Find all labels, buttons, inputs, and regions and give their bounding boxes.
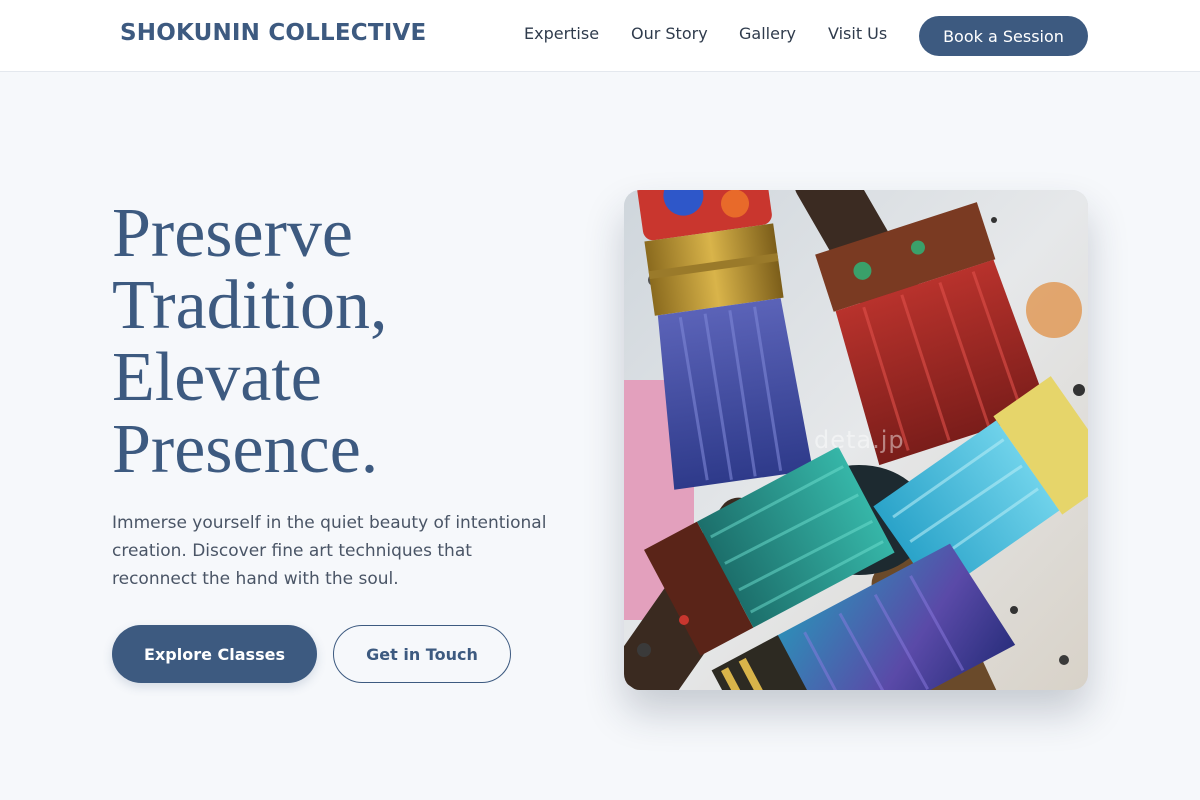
nav-link-visit-us[interactable]: Visit Us (828, 24, 887, 43)
headline-line: Tradition, (112, 267, 388, 344)
headline-line: Elevate (112, 339, 322, 416)
nav-link-our-story[interactable]: Our Story (631, 24, 708, 43)
site-header: SHOKUNIN COLLECTIVE Expertise Our Story … (0, 0, 1200, 72)
nav-link-expertise[interactable]: Expertise (524, 24, 599, 43)
hero-description: Immerse yourself in the quiet beauty of … (112, 513, 547, 589)
image-watermark: deta.jp (814, 426, 905, 454)
brand-logo[interactable]: SHOKUNIN COLLECTIVE (120, 20, 426, 46)
headline-line: Preserve (112, 195, 354, 272)
headline-line: Presence. (112, 411, 379, 488)
paint-brushes-image: deta.jp (624, 190, 1088, 690)
book-session-button[interactable]: Book a Session (919, 16, 1088, 56)
explore-classes-button[interactable]: Explore Classes (112, 625, 317, 683)
nav-link-gallery[interactable]: Gallery (739, 24, 796, 43)
hero-headline: Preserve Tradition, Elevate Presence. (112, 198, 552, 486)
get-in-touch-button[interactable]: Get in Touch (333, 625, 511, 683)
